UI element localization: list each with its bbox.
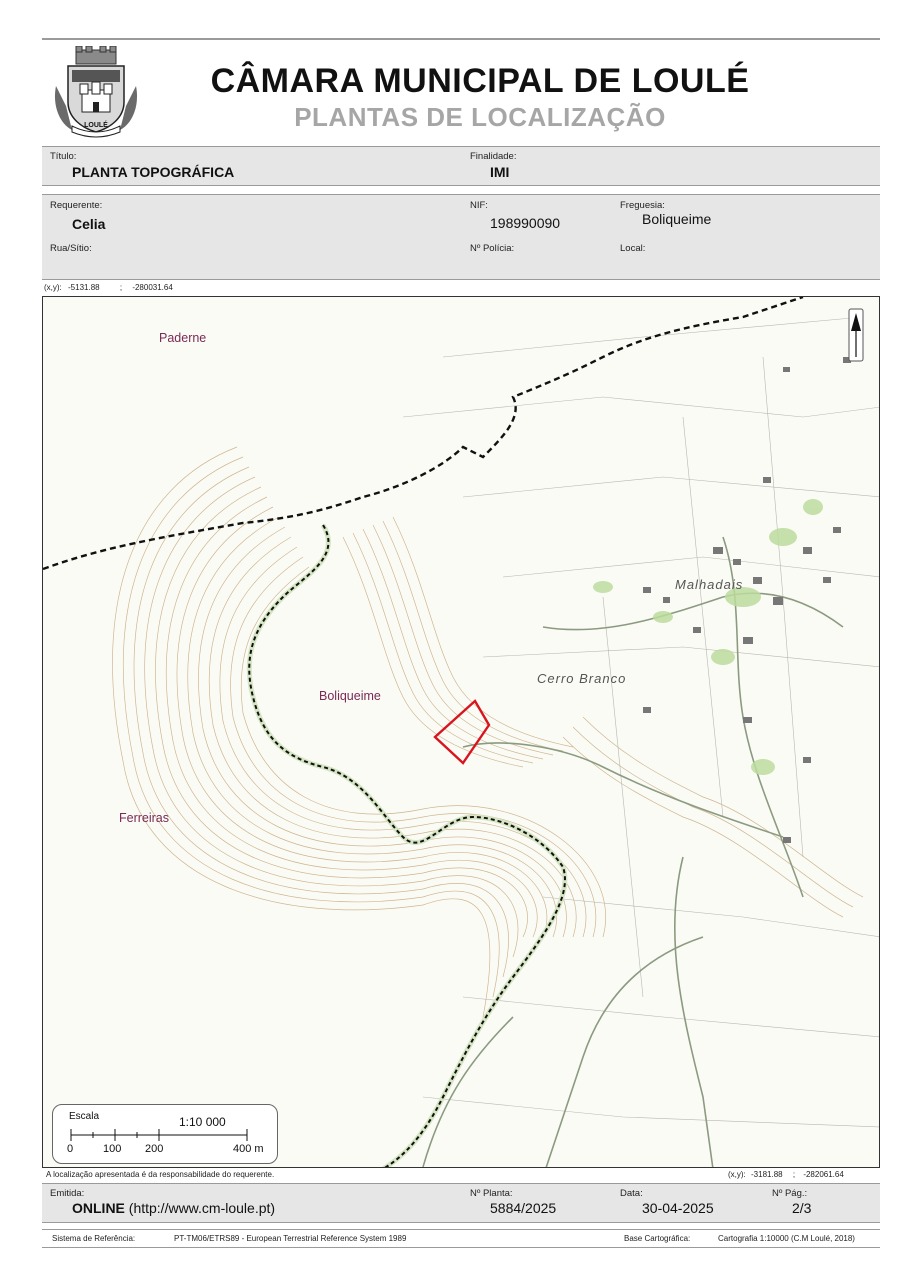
titulo-label: Título: [50, 151, 77, 162]
emitida-label: Emitida: [50, 1188, 85, 1199]
finalidade-label: Finalidade: [470, 151, 517, 162]
scale-tick-200: 200 [145, 1143, 164, 1155]
field-lines [402, 316, 879, 1128]
coords-bottom-y: -282061.64 [803, 1170, 844, 1179]
coords-bottom-label: (x,y): [728, 1170, 746, 1179]
base-value: Cartografia 1:10000 (C.M Loulé, 2018) [718, 1234, 855, 1243]
green-areas [593, 499, 823, 775]
locality-label-cerro-branco: Cerro Branco [537, 671, 627, 686]
sistema-value: PT-TM06/ETRS89 - European Terrestrial Re… [174, 1234, 407, 1243]
municipal-crest-logo: LOULÉ [50, 45, 142, 138]
titulo-value: PLANTA TOPOGRÁFICA [72, 164, 235, 180]
place-label-boliqueime: Boliqueime [319, 689, 381, 703]
pagina-value: 2/3 [792, 1200, 812, 1216]
page-subtitle: PLANTAS DE LOCALIZAÇÃO [294, 102, 666, 132]
page-title: CÂMARA MUNICIPAL DE LOULÉ [210, 62, 750, 100]
logo-text: LOULÉ [84, 122, 108, 129]
emitida-link[interactable]: (http://www.cm-loule.pt) [125, 1200, 275, 1216]
scale-tick-400: 400 m [233, 1143, 264, 1155]
place-label-ferreiras: Ferreiras [119, 811, 170, 825]
freguesia-label: Freguesia: [620, 200, 665, 211]
coords-top-y: -280031.64 [132, 283, 173, 292]
footer-rule [42, 1229, 880, 1230]
contour-lines [112, 446, 864, 1018]
coords-top: (x,y): -5131.88 ; -280031.64 [44, 283, 173, 292]
topographic-map[interactable]: Paderne Boliqueime Ferreiras Malhadais C… [42, 296, 880, 1168]
locality-label-malhadais: Malhadais [675, 577, 744, 592]
scale-bar: Escala 1:10 000 0 100 200 400 m [52, 1104, 278, 1164]
base-label: Base Cartográfica: [624, 1234, 691, 1243]
requerente-label: Requerente: [50, 200, 103, 211]
target-parcel[interactable] [433, 699, 491, 765]
coords-bottom-x: -3181.88 [751, 1170, 783, 1179]
emitida-bold: ONLINE [72, 1200, 125, 1216]
data-value: 30-04-2025 [642, 1200, 714, 1216]
planta-value: 5884/2025 [490, 1200, 557, 1216]
coords-top-x: -5131.88 [68, 283, 100, 292]
bottom-rule [42, 1247, 880, 1248]
coords-top-sep: ; [119, 283, 123, 292]
rua-label: Rua/Sítio: [50, 243, 92, 254]
finalidade-value: IMI [490, 164, 510, 180]
nif-value: 198990090 [490, 215, 561, 231]
disclaimer-note: A localização apresentada é da responsab… [46, 1170, 275, 1179]
coords-bottom: (x,y): -3181.88 ; -282061.64 [728, 1170, 844, 1179]
sistema-label: Sistema de Referência: [52, 1234, 136, 1243]
emitida-value: ONLINE (http://www.cm-loule.pt) [72, 1200, 275, 1216]
data-label: Data: [620, 1188, 643, 1199]
requerente-panel: Requerente: Celia NIF: 198990090 Fregues… [42, 194, 880, 280]
pagina-label: Nº Pág.: [772, 1188, 808, 1199]
freguesia-value: Boliqueime [642, 211, 712, 227]
parish-boundary-halo [246, 523, 568, 1167]
scale-tick-0: 0 [67, 1143, 74, 1155]
nif-label: NIF: [470, 200, 488, 211]
planta-label: Nº Planta: [470, 1188, 513, 1199]
map-canvas [43, 297, 879, 1167]
policia-label: Nº Polícia: [470, 243, 515, 254]
north-arrow-icon [848, 308, 864, 362]
coords-bottom-sep: ; [792, 1170, 796, 1179]
local-label: Local: [620, 243, 646, 254]
coords-top-label: (x,y): [44, 283, 62, 292]
footer-panel: Emitida: ONLINE (http://www.cm-loule.pt)… [42, 1183, 880, 1223]
scale-tick-100: 100 [103, 1143, 122, 1155]
roads [422, 536, 844, 1167]
requerente-value: Celia [72, 216, 106, 232]
top-rule [42, 38, 880, 40]
parish-boundary [248, 524, 566, 1167]
titulo-panel: Título: PLANTA TOPOGRÁFICA Finalidade: I… [42, 146, 880, 186]
place-label-paderne: Paderne [159, 331, 207, 345]
